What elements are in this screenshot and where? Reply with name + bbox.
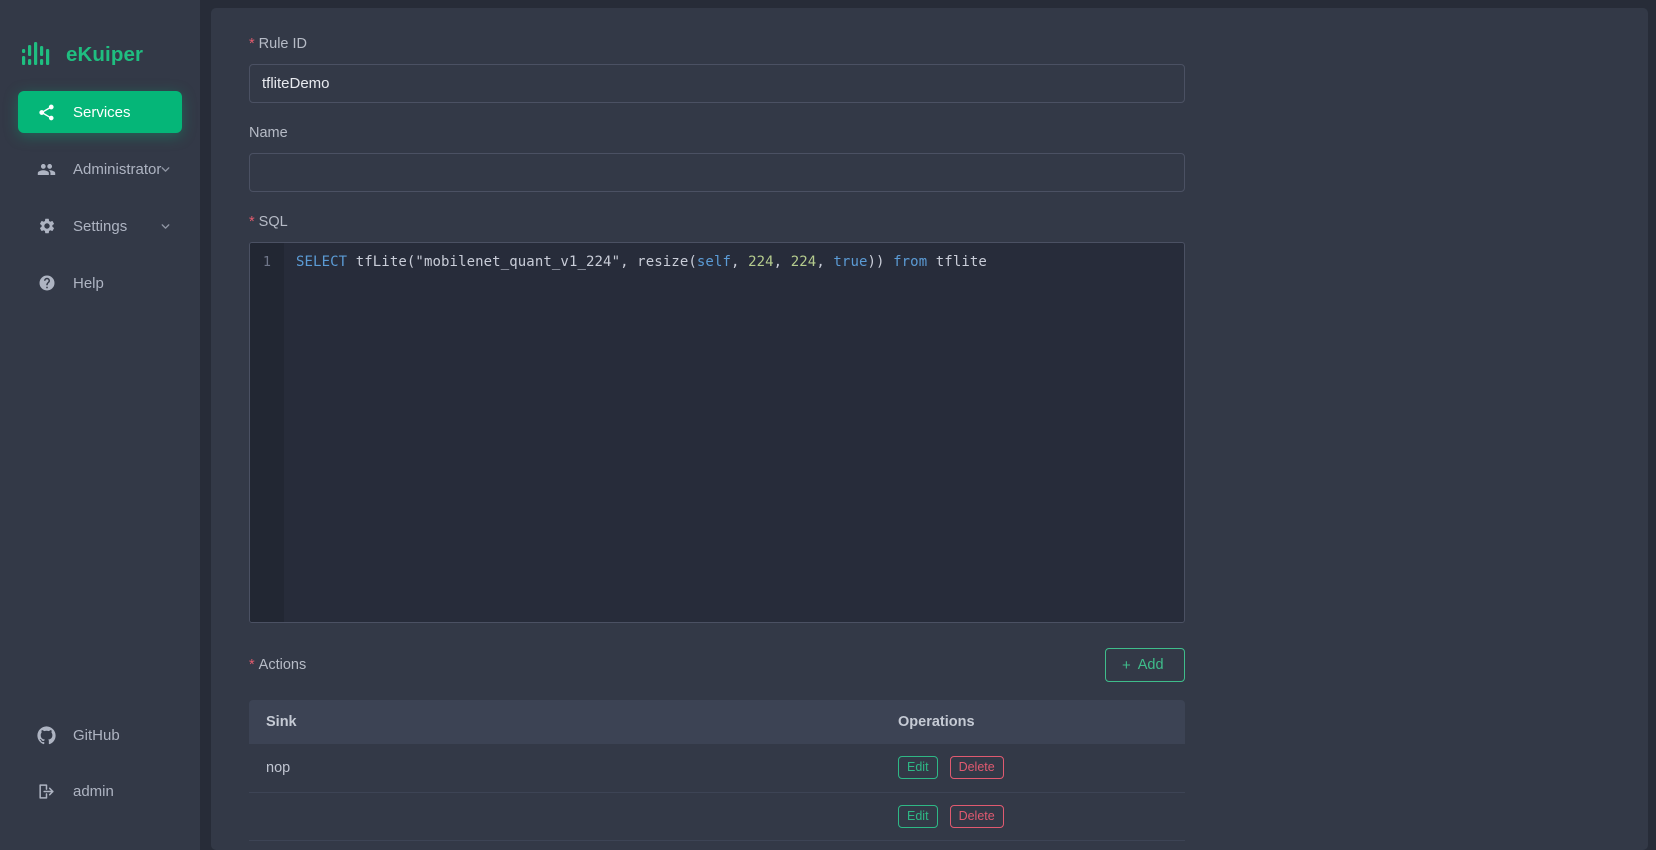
help-circle-icon: [37, 274, 56, 293]
rule-form: *Rule ID Name *SQL 1: [249, 36, 1185, 841]
main-content: *Rule ID Name *SQL 1: [200, 0, 1656, 850]
sql-code-editor[interactable]: 1 SELECT tfLite("mobilenet_quant_v1_224"…: [249, 242, 1185, 623]
app-root: eKuiper Services Administrator Settings …: [0, 0, 1656, 850]
sidebar-item-services[interactable]: Services: [18, 91, 182, 133]
brand-name: eKuiper: [66, 43, 144, 66]
sidebar-item-label: Services: [73, 103, 131, 121]
sidebar-item-administrator[interactable]: Administrator: [18, 148, 182, 190]
code-token: self: [696, 254, 732, 270]
table-header-row: Sink Operations: [249, 700, 1185, 744]
logout-icon: [37, 782, 56, 801]
code-token: tfLite(: [347, 254, 416, 270]
cell-operations: Edit Delete: [881, 792, 1185, 841]
field-rule-id: * Rule ID: [249, 36, 1185, 103]
code-token: SELECT: [296, 254, 348, 270]
sidebar-item-label: admin: [73, 782, 114, 800]
cell-sink: nop: [249, 744, 881, 793]
rule-form-panel: *Rule ID Name *SQL 1: [211, 8, 1648, 850]
required-marker: *: [249, 36, 255, 52]
editor-line-numbers: 1: [250, 243, 284, 622]
table-row: Edit Delete: [249, 792, 1185, 841]
required-marker: *: [249, 656, 255, 673]
code-token: true: [833, 254, 868, 270]
code-token: ,: [773, 254, 791, 270]
column-header-operations: Operations: [881, 700, 1185, 744]
table-body: nop Edit Delete Edit Delete: [249, 744, 1185, 841]
label-text: Name: [249, 125, 288, 141]
gear-icon: [37, 217, 56, 236]
actions-table: Sink Operations nop Edit Delete Edit Del…: [249, 700, 1185, 841]
rule-id-input[interactable]: [249, 64, 1185, 103]
plus-icon: +: [1122, 656, 1131, 674]
people-icon: [37, 160, 56, 179]
label-text: SQL: [258, 214, 288, 230]
sidebar-nav: Services Administrator Settings Help: [0, 91, 200, 319]
field-sql: * SQL 1 SELECT tfLite("mobilenet_quant_v1…: [249, 214, 1185, 623]
sidebar-item-github[interactable]: GitHub: [18, 714, 182, 756]
actions-label: * Actions: [249, 657, 306, 674]
code-token: ,: [816, 254, 834, 270]
code-token: from: [893, 254, 928, 270]
sidebar-item-admin[interactable]: admin: [18, 770, 182, 812]
sidebar-item-label: Help: [73, 274, 104, 292]
rule-id-label: * Rule ID: [249, 36, 1185, 53]
cell-operations: Edit Delete: [881, 744, 1185, 793]
label-text: Rule ID: [258, 36, 308, 52]
add-action-button[interactable]: + Add: [1105, 648, 1185, 682]
cell-sink: [249, 792, 881, 841]
code-token: 224: [790, 254, 817, 270]
delete-button[interactable]: Delete: [949, 756, 1004, 780]
required-marker: *: [249, 214, 255, 230]
sidebar-item-help[interactable]: Help: [18, 262, 182, 304]
sidebar-item-label: GitHub: [73, 726, 120, 744]
code-token: )): [867, 254, 894, 270]
sidebar-item-label: Administrator: [73, 160, 162, 178]
sidebar-bottom-nav: GitHub admin: [0, 714, 200, 850]
table-row: nop Edit Delete: [249, 744, 1185, 793]
code-token: ,: [731, 254, 749, 270]
sidebar-item-label: Settings: [73, 217, 128, 235]
edit-button[interactable]: Edit: [898, 804, 938, 828]
code-token: "mobilenet_quant_v1_224": [415, 254, 621, 270]
name-input[interactable]: [249, 153, 1185, 192]
chevron-down-icon: [159, 163, 172, 176]
sidebar-item-settings[interactable]: Settings: [18, 205, 182, 247]
actions-header: * Actions + Add: [249, 647, 1185, 683]
sql-label: * SQL: [249, 214, 1185, 231]
equalizer-bars-icon: [19, 38, 53, 72]
delete-button[interactable]: Delete: [949, 804, 1004, 828]
github-icon: [37, 725, 56, 745]
editor-code-line[interactable]: SELECT tfLite("mobilenet_quant_v1_224", …: [284, 243, 1184, 622]
line-number: 1: [262, 254, 272, 270]
sidebar: eKuiper Services Administrator Settings …: [0, 0, 200, 850]
column-header-sink: Sink: [249, 700, 881, 744]
edit-button[interactable]: Edit: [898, 756, 938, 780]
code-token: , resize(: [620, 254, 697, 270]
code-token: 224: [748, 254, 774, 270]
table-head: Sink Operations: [249, 700, 1185, 744]
field-name: Name: [249, 125, 1185, 192]
brand[interactable]: eKuiper: [0, 0, 200, 80]
share-nodes-icon: [37, 103, 56, 122]
chevron-down-icon: [159, 220, 172, 233]
add-button-label: Add: [1137, 657, 1164, 673]
name-label: Name: [249, 125, 1185, 142]
code-token: tflite: [927, 254, 987, 270]
label-text: Actions: [258, 656, 307, 673]
